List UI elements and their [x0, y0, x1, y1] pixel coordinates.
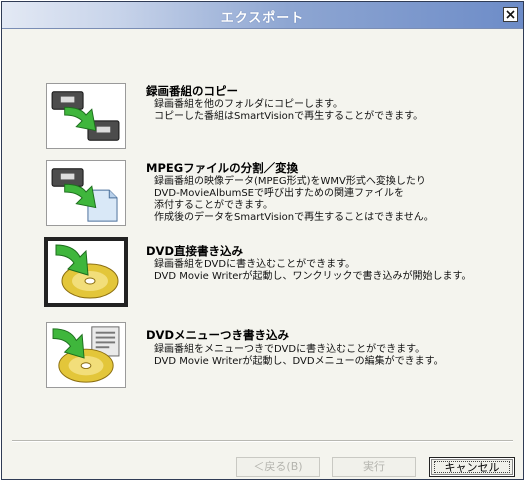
title-bar[interactable]: エクスポート	[2, 2, 523, 29]
close-icon	[506, 10, 515, 19]
window-title: エクスポート	[220, 11, 305, 26]
description-line: コピーした番組はSmartVisionで再生することができます。	[154, 111, 424, 122]
dvd-write-icon	[55, 244, 119, 299]
dvd-menu-option-description: 録画番組をメニューつきでDVDに書き込むことができます。 DVD Movie W…	[154, 344, 444, 368]
run-button[interactable]: 実行	[332, 457, 416, 477]
description-line: 録画番組の映像データ(MPEG形式)をWMV形式へ変換したり	[154, 176, 426, 187]
mpeg-option-description: 録画番組の映像データ(MPEG形式)をWMV形式へ変換したり DVD-Movie…	[154, 176, 434, 224]
tape-copy-icon	[51, 91, 120, 141]
mpeg-option-title: MPEGファイルの分割／変換	[146, 161, 299, 175]
footer-separator	[12, 440, 513, 442]
export-dialog: エクスポート 録画番組のコピー 録画番組を他のフォルダにコピーします。 コピーし…	[1, 1, 524, 480]
description-line: 作成後のデータをSmartVisionで再生することはできません。	[154, 212, 434, 223]
copy-option-title: 録画番組のコピー	[146, 84, 238, 98]
dvd-menu-option-title: DVDメニューつき書き込み	[146, 328, 289, 342]
copy-option-button[interactable]	[46, 83, 126, 149]
copy-option-description: 録画番組を他のフォルダにコピーします。 コピーした番組はSmartVisionで…	[154, 99, 423, 123]
description-line: DVD Movie Writerが起動し、ワンクリックで書き込みが開始します。	[154, 271, 472, 282]
description-line: 録画番組を他のフォルダにコピーします。	[154, 99, 343, 110]
dialog-content: 録画番組のコピー 録画番組を他のフォルダにコピーします。 コピーした番組はSma…	[2, 29, 523, 479]
description-line: DVD-MovieAlbumSEで呼び出すための関連ファイルを	[154, 188, 404, 199]
description-line: 録画番組をメニューつきでDVDに書き込むことができます。	[154, 344, 426, 355]
dvd-write-option-button[interactable]	[44, 237, 128, 307]
back-button[interactable]: ＜戻る(B)	[236, 457, 320, 477]
description-line: DVD Movie Writerが起動し、DVDメニューの編集ができます。	[154, 356, 444, 367]
dvd-write-option-description: 録画番組をDVDに書き込むことができます。 DVD Movie Writerが起…	[154, 259, 472, 283]
dvd-menu-write-icon	[52, 326, 120, 383]
description-line: 録画番組をDVDに書き込むことができます。	[154, 259, 356, 270]
cancel-button-label: キャンセル	[434, 461, 510, 474]
dvd-menu-option-button[interactable]	[46, 322, 126, 388]
mpeg-split-convert-icon	[51, 168, 118, 222]
description-line: 添付することができます。	[154, 200, 273, 211]
mpeg-option-button[interactable]	[46, 160, 126, 226]
cancel-button[interactable]: キャンセル	[429, 457, 515, 477]
close-button[interactable]	[503, 7, 518, 22]
dvd-write-option-title: DVD直接書き込み	[146, 244, 243, 258]
